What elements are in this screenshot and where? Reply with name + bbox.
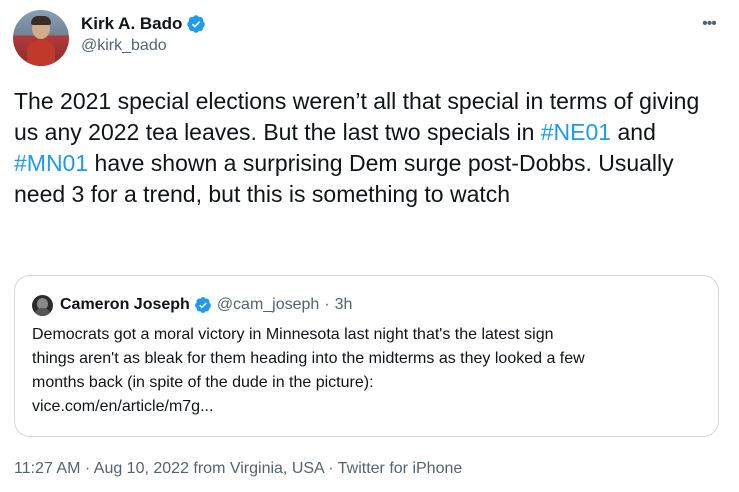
meta-separator: · xyxy=(84,460,91,477)
tweet-header: Kirk A. Bado @kirk_bado ••• xyxy=(13,10,726,66)
hashtag-mn01[interactable]: #MN01 xyxy=(14,150,88,176)
quoted-separator: · xyxy=(324,296,330,313)
tweet-source[interactable]: Twitter for iPhone xyxy=(338,460,463,477)
tweet-text: The 2021 special elections weren’t all t… xyxy=(14,86,726,210)
tweet-text-segment: and xyxy=(611,119,656,145)
quoted-author-handle: @cam_joseph xyxy=(216,296,320,313)
tweet-metadata: 11:27 AM · Aug 10, 2022 from Virginia, U… xyxy=(14,460,462,478)
quoted-timestamp: 3h xyxy=(334,296,353,313)
tweet-text-segment: have shown a surprising Dem surge post-D… xyxy=(14,150,674,207)
quoted-tweet-card[interactable]: Cameron Joseph @cam_joseph · 3h Democrat… xyxy=(14,275,719,437)
author-handle[interactable]: @kirk_bado xyxy=(81,37,167,55)
tweet-date-location[interactable]: Aug 10, 2022 from Virginia, USA xyxy=(94,460,324,477)
hashtag-ne01[interactable]: #NE01 xyxy=(541,119,611,145)
quoted-text-line: Democrats got a moral victory in Minneso… xyxy=(32,326,554,343)
quoted-tweet-header: Cameron Joseph @cam_joseph · 3h xyxy=(32,294,352,316)
author-avatar[interactable] xyxy=(13,10,69,66)
author-name-row: Kirk A. Bado xyxy=(81,12,206,36)
quoted-text-line: things aren't as bleak for them heading … xyxy=(32,350,585,367)
quoted-author-avatar xyxy=(32,294,53,316)
quoted-link[interactable]: vice.com/en/article/m7g... xyxy=(32,395,702,419)
quoted-tweet-text: Democrats got a moral victory in Minneso… xyxy=(32,323,702,419)
verified-badge-icon xyxy=(194,297,211,313)
more-options-icon[interactable]: ••• xyxy=(695,14,723,34)
meta-separator: · xyxy=(328,460,334,477)
quoted-text-line: months back (in spite of the dude in the… xyxy=(32,374,374,391)
quoted-author-name: Cameron Joseph xyxy=(60,296,190,313)
author-name[interactable]: Kirk A. Bado xyxy=(81,14,182,34)
tweet-time[interactable]: 11:27 AM xyxy=(14,460,80,477)
verified-badge-icon xyxy=(187,15,206,33)
